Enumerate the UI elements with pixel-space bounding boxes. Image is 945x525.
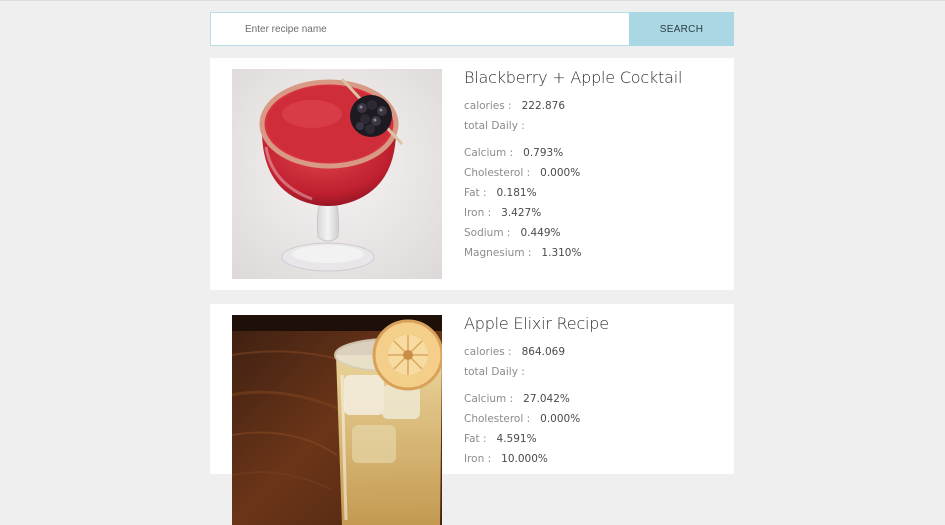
search-input[interactable] bbox=[210, 12, 629, 46]
nutrient-row: Fat : 0.181% bbox=[464, 183, 724, 203]
nutrient-value: 0.000% bbox=[540, 167, 581, 179]
nutrient-label: Iron : bbox=[464, 207, 492, 219]
nutrient-row: Calcium : 0.793% bbox=[464, 143, 724, 163]
nutrient-value: 0.181% bbox=[496, 187, 537, 199]
nutrient-value: 0.000% bbox=[540, 413, 581, 425]
calories-label: calories : bbox=[464, 346, 512, 358]
calories-row: calories : 864.069 bbox=[464, 342, 724, 362]
nutrient-label: Calcium : bbox=[464, 393, 514, 405]
nutrient-label: Magnesium : bbox=[464, 247, 532, 259]
nutrient-row: Fat : 4.591% bbox=[464, 429, 724, 449]
calories-value: 222.876 bbox=[521, 100, 566, 112]
nutrient-row: Iron : 10.000% bbox=[464, 449, 724, 469]
search-form: SEARCH bbox=[210, 12, 734, 46]
nutrient-value: 3.427% bbox=[501, 207, 542, 219]
nutrient-value: 0.449% bbox=[520, 227, 561, 239]
search-button[interactable]: SEARCH bbox=[629, 12, 734, 46]
nutrient-value: 4.591% bbox=[496, 433, 537, 445]
nutrient-label: Fat : bbox=[464, 187, 487, 199]
calories-label: calories : bbox=[464, 100, 512, 112]
calories-row: calories : 222.876 bbox=[464, 96, 724, 116]
nutrient-row: Sodium : 0.449% bbox=[464, 223, 724, 243]
recipe-info: Blackberry + Apple Cocktail calories : 22… bbox=[464, 68, 724, 263]
nutrient-label: Cholesterol : bbox=[464, 413, 531, 425]
recipe-info: Apple Elixir Recipe calories : 864.069 to… bbox=[464, 314, 724, 469]
nutrient-label: Iron : bbox=[464, 453, 492, 465]
nutrient-value: 27.042% bbox=[523, 393, 570, 405]
recipe-image bbox=[232, 69, 442, 279]
nutrient-value: 10.000% bbox=[501, 453, 548, 465]
recipe-title[interactable]: Blackberry + Apple Cocktail bbox=[464, 68, 724, 87]
recipe-card: Blackberry + Apple Cocktail calories : 22… bbox=[210, 58, 734, 290]
nutrient-row: Calcium : 27.042% bbox=[464, 389, 724, 409]
recipe-image bbox=[232, 315, 442, 525]
nutrient-value: 0.793% bbox=[523, 147, 564, 159]
nutrient-label: Fat : bbox=[464, 433, 487, 445]
total-daily-label: total Daily : bbox=[464, 366, 525, 378]
total-daily-label: total Daily : bbox=[464, 120, 525, 132]
nutrient-label: Calcium : bbox=[464, 147, 514, 159]
nutrient-label: Cholesterol : bbox=[464, 167, 531, 179]
recipe-title[interactable]: Apple Elixir Recipe bbox=[464, 314, 724, 333]
calories-value: 864.069 bbox=[521, 346, 566, 358]
nutrient-value: 1.310% bbox=[541, 247, 582, 259]
top-border bbox=[0, 0, 945, 1]
recipe-card: Apple Elixir Recipe calories : 864.069 to… bbox=[210, 304, 734, 525]
nutrient-row: Cholesterol : 0.000% bbox=[464, 409, 724, 429]
nutrient-label: Sodium : bbox=[464, 227, 511, 239]
nutrient-row: Magnesium : 1.310% bbox=[464, 243, 724, 263]
nutrient-row: Cholesterol : 0.000% bbox=[464, 163, 724, 183]
nutrient-row: Iron : 3.427% bbox=[464, 203, 724, 223]
